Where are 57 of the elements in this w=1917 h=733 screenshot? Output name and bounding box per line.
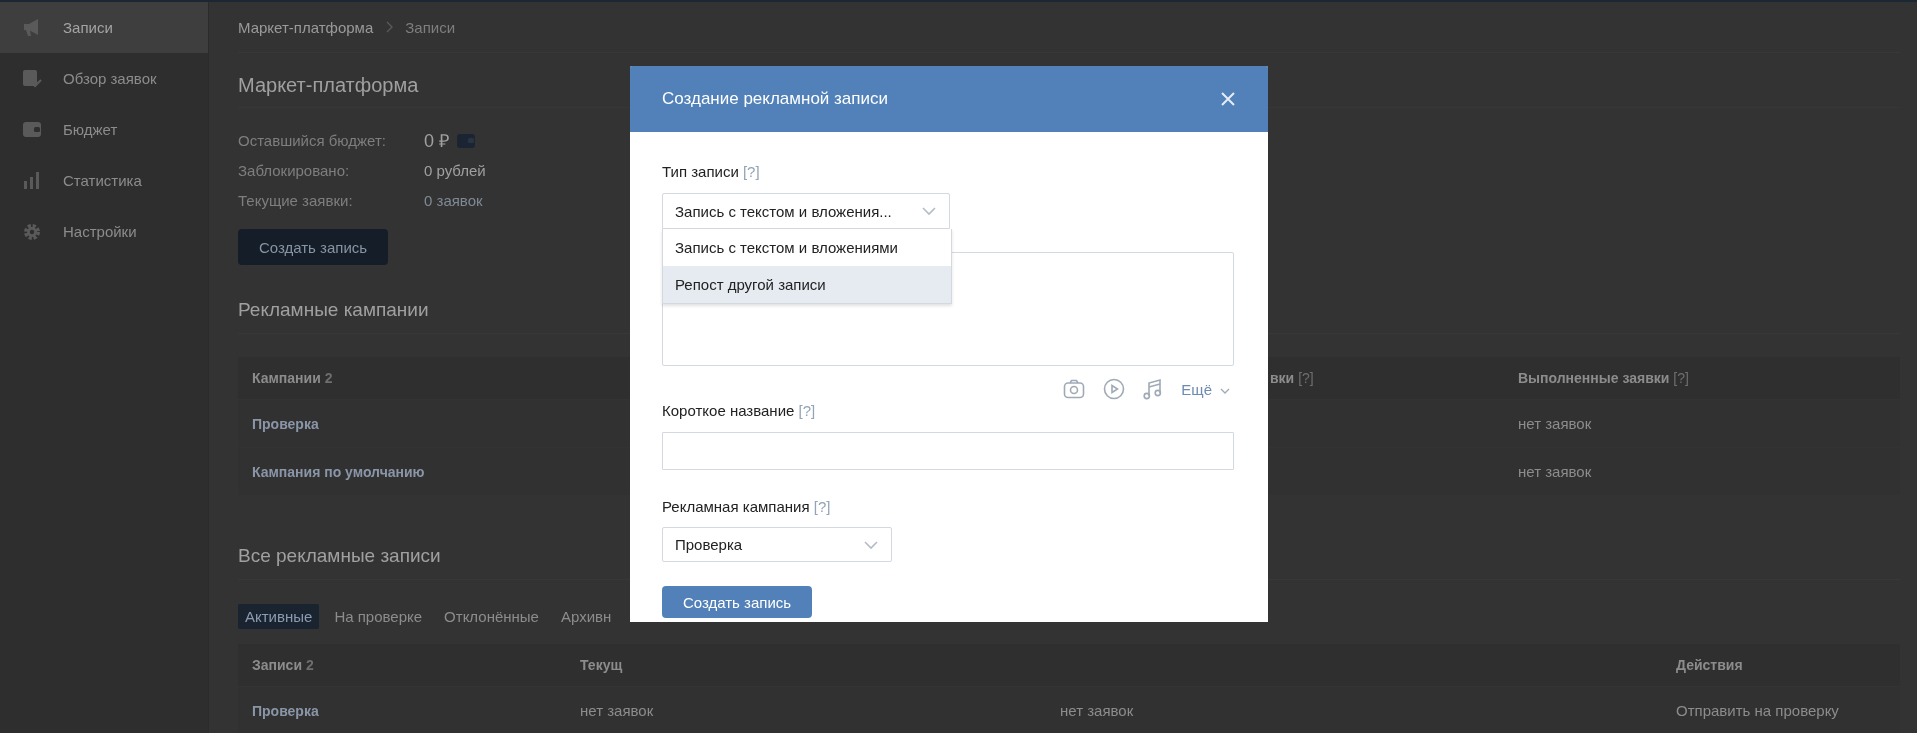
input-field[interactable]: [662, 432, 1234, 470]
tab[interactable]: Архивн: [553, 604, 619, 629]
dialog-title: Создание рекламной записи: [662, 89, 888, 109]
submit-button[interactable]: Создать запись: [662, 586, 812, 618]
table-cell-text: нет заявок: [1518, 463, 1593, 480]
field-label: Тип записи [?]: [662, 163, 761, 180]
dropdown-option[interactable]: Репост другой записи: [663, 266, 951, 303]
column-header[interactable]: Действия: [1676, 657, 1900, 673]
play-icon: [1103, 378, 1126, 400]
table-cell-text: нет заявок: [580, 702, 655, 719]
budget-label: Текущие заявки:: [238, 191, 354, 209]
chevron-icon: [385, 21, 394, 33]
field-label: Рекламная кампания [?]: [662, 498, 832, 515]
caret-icon: [921, 206, 937, 216]
sidebar-item[interactable]: Бюджет: [0, 104, 208, 155]
budget-value: 0 рублей: [424, 161, 486, 179]
bar-chart-icon: [22, 171, 42, 190]
camera-icon: [1063, 379, 1086, 399]
settings-icon: [22, 222, 42, 241]
field-label: Короткое название [?]: [662, 402, 817, 419]
column-header[interactable]: Выполненные заявки [?]: [1518, 370, 1900, 386]
budget-value: 0 ₽: [424, 130, 449, 152]
help-link[interactable]: [?]: [798, 402, 816, 419]
table-cell-text: нет заявок: [1060, 702, 1135, 719]
budget-label: Заблокировано:: [238, 161, 351, 179]
select-field[interactable]: Проверка: [662, 527, 892, 562]
column-header[interactable]: Записи 2: [238, 657, 580, 673]
close-button[interactable]: [1220, 91, 1236, 107]
music-note-icon: [1143, 378, 1164, 400]
sidebar-item[interactable]: Настройки: [0, 206, 208, 257]
help-link[interactable]: [?]: [813, 498, 831, 515]
sidebar-item[interactable]: Обзор заявок: [0, 53, 208, 104]
column-header[interactable]: вки [?]: [1270, 370, 1518, 386]
tab[interactable]: Активные: [238, 604, 320, 629]
caret-icon: [1220, 387, 1230, 394]
close-icon: [1221, 92, 1235, 106]
sidebar-item[interactable]: Статистика: [0, 155, 208, 206]
breadcrumb-link[interactable]: Маркет-платформа: [238, 18, 374, 36]
table-cell[interactable]: Проверка: [238, 702, 580, 719]
budget-label: Оставшийся бюджет:: [238, 131, 387, 149]
table-cell-text: нет заявок: [1518, 415, 1593, 432]
tab[interactable]: Отклонённые: [437, 604, 546, 629]
checklist-icon: [22, 69, 42, 88]
column-header[interactable]: Текущ: [580, 657, 1060, 673]
more-link[interactable]: Ещё: [1181, 380, 1230, 398]
caret-icon: [863, 539, 879, 550]
budget-value: 0 заявок: [424, 191, 483, 209]
dropdown-option[interactable]: Запись с текстом и вложениями: [663, 229, 951, 266]
wallet-icon: [457, 132, 475, 148]
select-field[interactable]: Запись с текстом и вложения...: [662, 193, 950, 229]
help-link[interactable]: [?]: [742, 163, 760, 180]
create-button[interactable]: Создать запись: [238, 229, 388, 265]
wallet-icon: [22, 120, 42, 139]
action-link[interactable]: Отправить на проверку: [1676, 702, 1900, 719]
tab[interactable]: На проверке: [327, 604, 430, 629]
breadcrumb-link[interactable]: Записи: [405, 18, 456, 36]
sidebar-item[interactable]: Записи: [0, 2, 208, 53]
